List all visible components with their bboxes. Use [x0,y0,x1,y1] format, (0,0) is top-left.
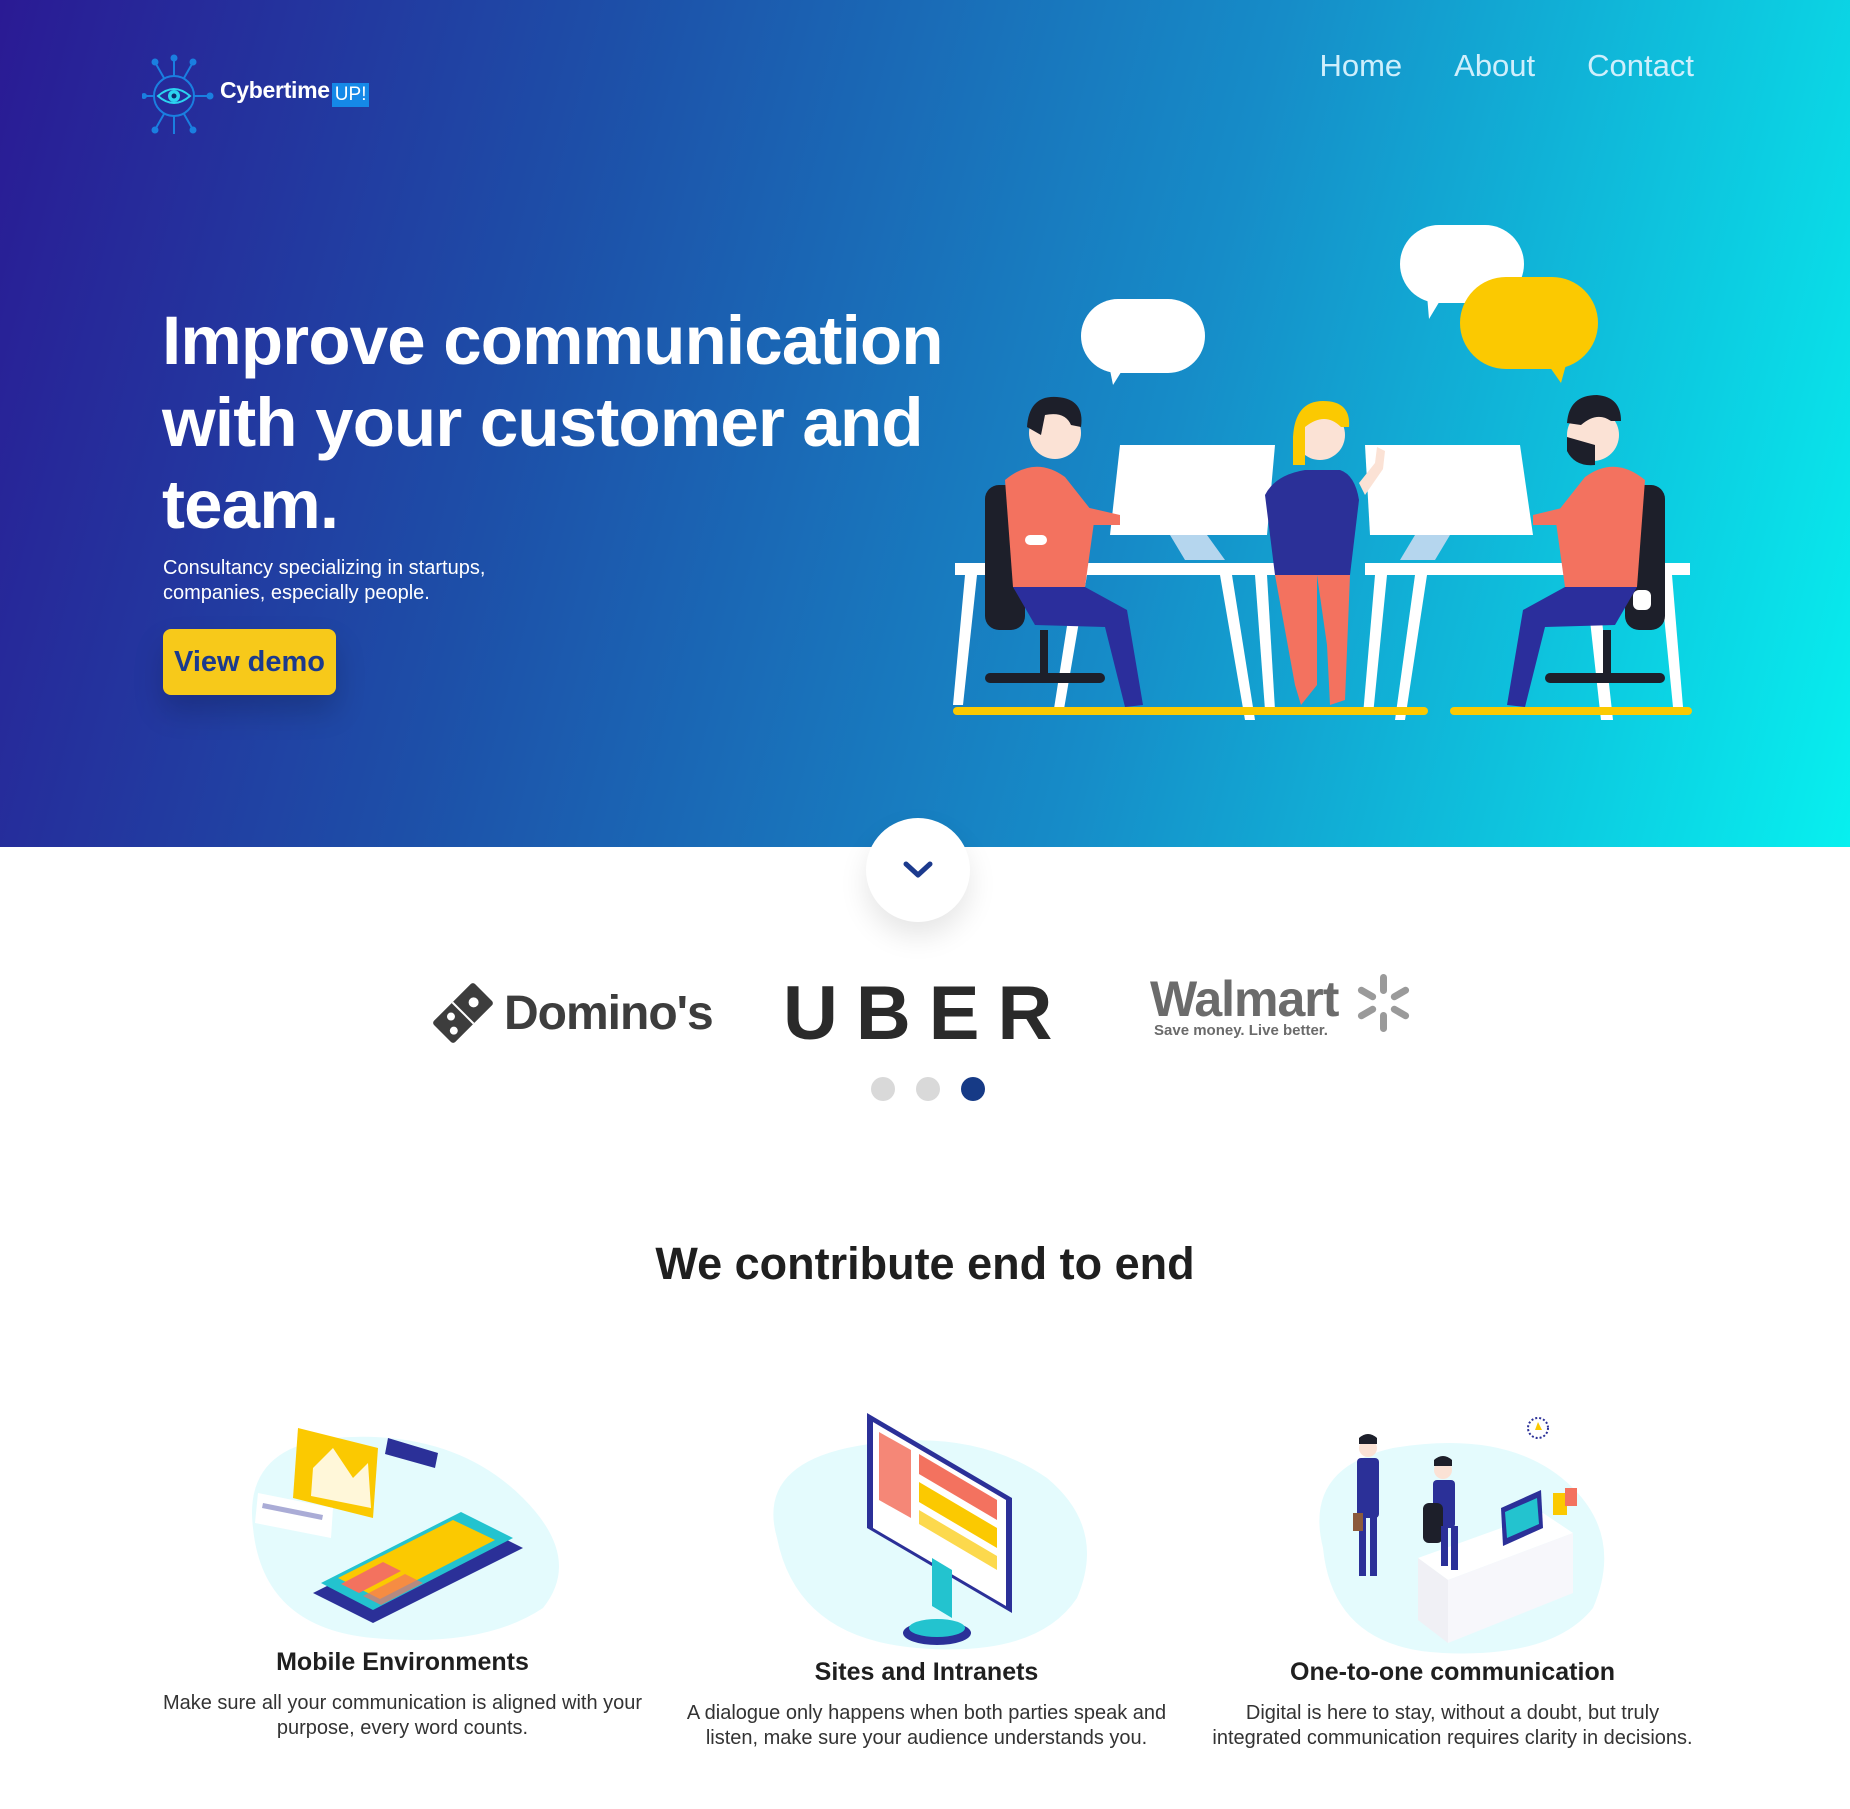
carousel-dot-2[interactable] [916,1077,940,1101]
feature-card-one-to-one: One-to-one communication Digital is here… [1210,1408,1695,1751]
walmart-spark-icon [1357,974,1410,1032]
feature-title: Sites and Intranets [814,1658,1039,1686]
carousel-dot-3[interactable] [961,1077,985,1101]
domino-tile-icon [433,983,493,1043]
feature-title: Mobile Environments [276,1648,529,1676]
carousel-dot-1[interactable] [871,1077,895,1101]
hero-subtitle: Consultancy specializing in startups, co… [163,557,486,604]
main-nav: Home About Contact [1319,48,1694,84]
desktop-monitor-illustration [772,1413,1087,1650]
feature-description: Make sure all your communication is alig… [162,1692,643,1739]
team-office-illustration [953,225,1692,720]
client-logos-carousel: Domino's UBER Walmart Save money. Live b… [430,970,1430,1060]
nav-contact-link[interactable]: Contact [1587,48,1694,84]
speech-bubble-white-left [1081,299,1205,385]
scroll-down-button[interactable] [866,818,970,922]
walmart-wordmark: Walmart [1150,971,1339,1027]
chevron-down-icon [903,861,933,878]
mobile-phone-illustration [251,1428,559,1640]
dominos-wordmark: Domino's [504,986,714,1040]
nav-home-link[interactable]: Home [1319,48,1402,84]
feature-description: A dialogue only happens when both partie… [686,1702,1167,1749]
feature-card-sites: Sites and Intranets A dialogue only happ… [684,1408,1169,1751]
nav-about-link[interactable]: About [1454,48,1535,84]
uber-logo: UBER [783,971,1071,1056]
walmart-logo: Walmart Save money. Live better. [1150,970,1410,1039]
eye-circuit-icon [142,54,214,134]
dominos-logo: Domino's [430,982,714,1044]
office-meeting-illustration [1318,1417,1604,1654]
carousel-pagination [871,1077,985,1101]
brand-name: Cybertime [220,76,330,103]
brand-logo[interactable]: Cybertime UP! [142,50,392,140]
section-title: We contribute end to end [655,1238,1195,1289]
feature-title: One-to-one communication [1290,1658,1615,1686]
speech-bubble-yellow [1460,277,1598,383]
hero-title: Improve communication with your customer… [162,302,943,543]
view-demo-button[interactable]: View demo [163,629,336,695]
brand-badge: UP! [331,83,370,107]
walmart-tagline: Save money. Live better. [1154,1022,1328,1039]
feature-description: Digital is here to stay, without a doubt… [1212,1702,1693,1749]
feature-card-mobile: Mobile Environments Make sure all your c… [160,1408,645,1741]
hero-section: Cybertime UP! Home About Contact Improve… [0,0,1850,847]
